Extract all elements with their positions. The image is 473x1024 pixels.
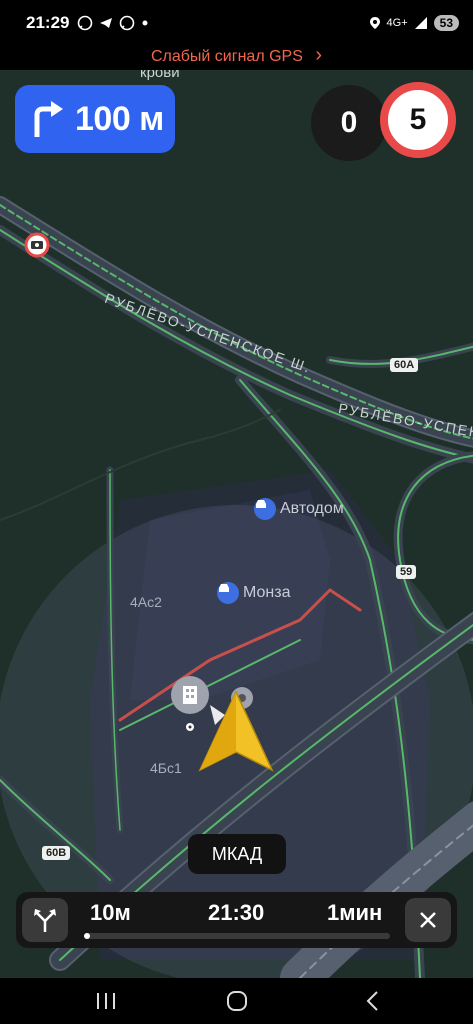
arrival-time: 21:30 — [208, 900, 265, 925]
home-icon — [227, 991, 247, 1011]
close-route-button[interactable] — [405, 898, 451, 942]
speed-limit-value: 5 — [409, 103, 427, 136]
dot-icon — [142, 20, 148, 26]
whatsapp-icon — [120, 15, 135, 31]
recent-apps-icon — [97, 993, 115, 1009]
recent-apps-button[interactable] — [86, 986, 126, 1016]
building-number: 4Бс1 — [150, 760, 182, 776]
fork-arrow-icon — [34, 909, 56, 932]
poi-avtodom[interactable]: Автодом — [254, 498, 344, 520]
gps-warning-text: Слабый сигнал GPS — [150, 48, 303, 65]
battery-indicator: 53 — [433, 15, 459, 31]
network-type: 4G+ — [386, 17, 408, 29]
map-top-fragment: крови — [140, 70, 180, 81]
current-speed-value: 0 — [340, 106, 358, 139]
home-button[interactable] — [217, 986, 257, 1016]
location-icon — [369, 17, 380, 29]
back-button[interactable] — [352, 986, 392, 1016]
speed-limit-sign: 5 — [380, 82, 456, 158]
route-progress-fill — [84, 933, 91, 939]
route-info-bar[interactable]: 10м 21:30 1мин — [16, 892, 457, 948]
back-icon — [366, 991, 378, 1011]
whatsapp-icon — [78, 15, 93, 31]
car-icon — [217, 582, 239, 604]
route-options-button[interactable] — [22, 898, 68, 942]
gps-warning-banner[interactable]: Слабый сигнал GPS › — [0, 44, 473, 70]
remaining-distance: 10м — [90, 900, 131, 925]
route-progress-bar — [84, 933, 390, 939]
poi-label: Автодом — [280, 500, 344, 517]
street-name: МКАД — [211, 843, 263, 864]
road-tag-59: 59 — [396, 565, 417, 579]
status-app-icons — [77, 15, 150, 31]
close-icon — [420, 912, 436, 928]
poi-label: Монза — [243, 584, 291, 601]
road-tag-60a: 60А — [390, 358, 419, 372]
telegram-icon — [100, 18, 113, 28]
poi-monza[interactable]: Монза — [217, 582, 290, 604]
signal-icon — [414, 17, 427, 29]
chevron-right-icon: › — [315, 44, 323, 66]
status-bar: 21:29 4G+ 53 — [0, 0, 473, 46]
street-name-chip: МКАД — [188, 834, 286, 874]
system-nav-bar — [0, 978, 473, 1024]
maneuver-distance: 100 м — [75, 99, 164, 138]
remaining-duration: 1мин — [327, 900, 383, 925]
road-tag-60v: 60В — [42, 846, 71, 860]
speed-camera-icon — [24, 232, 50, 258]
status-right: 4G+ 53 — [369, 15, 459, 31]
current-speed: 0 — [311, 85, 387, 161]
car-icon — [254, 498, 276, 520]
building-number: 4Ас2 — [130, 594, 162, 610]
maneuver-card[interactable]: 100 м — [15, 85, 175, 153]
status-time: 21:29 — [26, 13, 70, 32]
turn-right-icon — [34, 101, 63, 137]
